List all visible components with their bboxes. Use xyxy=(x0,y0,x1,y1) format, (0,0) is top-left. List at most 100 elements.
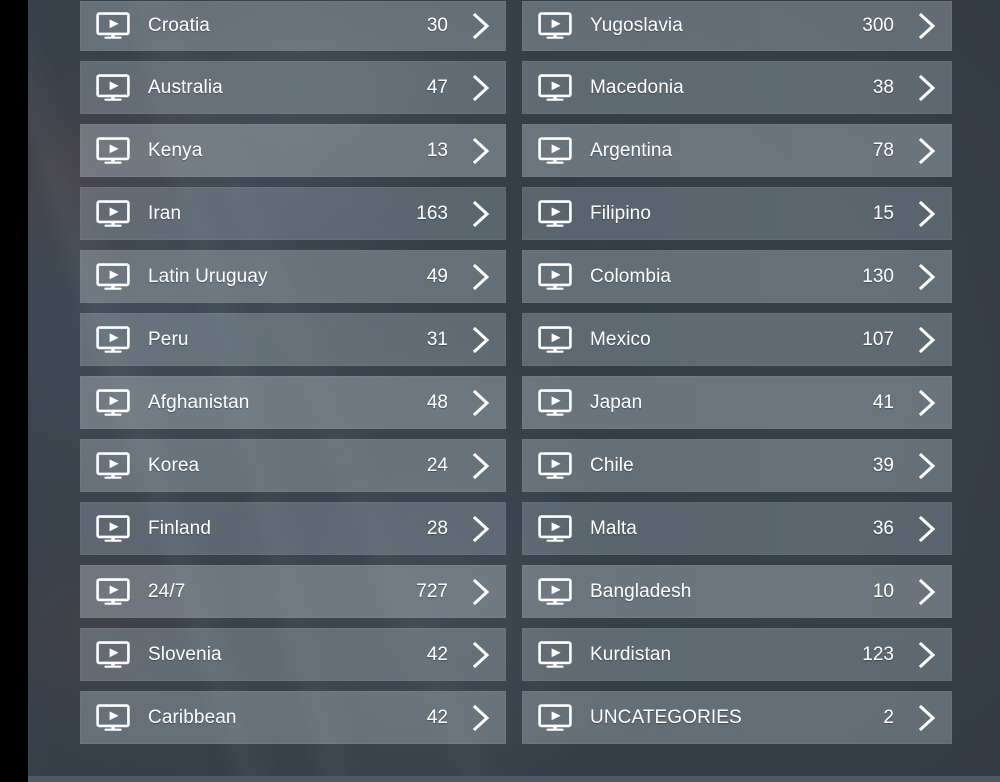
category-row[interactable]: 24/7 727 xyxy=(80,565,506,618)
category-channel-count: 130 xyxy=(862,265,894,287)
category-name: Filipino xyxy=(590,202,651,224)
category-row[interactable]: Slovenia 42 xyxy=(80,628,506,681)
chevron-right-icon[interactable] xyxy=(470,451,492,481)
chevron-right-icon[interactable] xyxy=(916,199,938,229)
category-channel-count: 36 xyxy=(872,517,894,539)
chevron-right-icon[interactable] xyxy=(470,73,492,103)
category-channel-count: 24 xyxy=(426,454,448,476)
category-column-left: Croatia 30 Australia 47 Kenya 13 Iran 163 Latin … xyxy=(80,1,506,754)
category-row[interactable]: Colombia 130 xyxy=(522,250,952,303)
category-row[interactable]: Yugoslavia 300 xyxy=(522,1,952,51)
category-name: Argentina xyxy=(590,139,673,161)
tv-play-icon xyxy=(538,136,572,165)
chevron-right-icon[interactable] xyxy=(916,73,938,103)
category-row[interactable]: Iran 163 xyxy=(80,187,506,240)
chevron-right-icon[interactable] xyxy=(470,199,492,229)
category-name: Latin Uruguay xyxy=(148,265,268,287)
chevron-right-icon[interactable] xyxy=(470,577,492,607)
tv-play-icon xyxy=(538,514,572,543)
chevron-right-icon[interactable] xyxy=(916,451,938,481)
tv-play-icon xyxy=(538,262,572,291)
category-row[interactable]: Mexico 107 xyxy=(522,313,952,366)
category-name: Colombia xyxy=(590,265,672,287)
category-list-screen: Croatia 30 Australia 47 Kenya 13 Iran 163 Latin … xyxy=(0,0,1000,782)
category-row[interactable]: Australia 47 xyxy=(80,61,506,114)
category-name: Mexico xyxy=(590,328,651,350)
chevron-right-icon[interactable] xyxy=(470,325,492,355)
chevron-right-icon[interactable] xyxy=(470,262,492,292)
category-name: Caribbean xyxy=(148,706,237,728)
chevron-right-icon[interactable] xyxy=(916,136,938,166)
category-name: Slovenia xyxy=(148,643,222,665)
category-channel-count: 300 xyxy=(862,15,894,36)
chevron-right-icon[interactable] xyxy=(916,262,938,292)
chevron-right-icon[interactable] xyxy=(470,11,492,41)
category-name: Chile xyxy=(590,454,634,476)
chevron-right-icon[interactable] xyxy=(916,325,938,355)
category-row[interactable]: Finland 28 xyxy=(80,502,506,555)
tv-play-icon xyxy=(538,73,572,102)
category-row[interactable]: Malta 36 xyxy=(522,502,952,555)
tv-play-icon xyxy=(96,136,130,165)
category-name: 24/7 xyxy=(148,580,186,602)
category-name: Peru xyxy=(148,328,189,350)
chevron-right-icon[interactable] xyxy=(470,136,492,166)
category-channel-count: 48 xyxy=(426,391,448,413)
category-row[interactable]: Kurdistan 123 xyxy=(522,628,952,681)
category-name: Malta xyxy=(590,517,637,539)
category-channel-count: 31 xyxy=(426,328,448,350)
tv-play-icon xyxy=(538,388,572,417)
chevron-right-icon[interactable] xyxy=(916,514,938,544)
category-channel-count: 42 xyxy=(426,643,448,665)
chevron-right-icon[interactable] xyxy=(916,11,938,41)
category-row[interactable]: Croatia 30 xyxy=(80,1,506,51)
category-channel-count: 49 xyxy=(426,265,448,287)
category-channel-count: 78 xyxy=(872,139,894,161)
category-row[interactable]: Filipino 15 xyxy=(522,187,952,240)
tv-play-icon xyxy=(96,514,130,543)
bottom-strip-corner xyxy=(0,776,28,782)
category-row[interactable]: Bangladesh 10 xyxy=(522,565,952,618)
category-name: Afghanistan xyxy=(148,391,250,413)
category-row[interactable]: UNCATEGORIES 2 xyxy=(522,691,952,744)
tv-play-icon xyxy=(538,640,572,669)
tv-play-icon xyxy=(538,577,572,606)
category-channel-count: 123 xyxy=(862,643,894,665)
category-name: Kurdistan xyxy=(590,643,672,665)
category-channel-count: 42 xyxy=(426,706,448,728)
category-row[interactable]: Afghanistan 48 xyxy=(80,376,506,429)
tv-play-icon xyxy=(96,199,130,228)
left-black-bar xyxy=(0,0,28,782)
chevron-right-icon[interactable] xyxy=(470,388,492,418)
category-row[interactable]: Japan 41 xyxy=(522,376,952,429)
category-columns: Croatia 30 Australia 47 Kenya 13 Iran 163 Latin … xyxy=(0,0,1000,782)
tv-play-icon xyxy=(538,12,572,40)
chevron-right-icon[interactable] xyxy=(916,703,938,733)
category-row[interactable]: Kenya 13 xyxy=(80,124,506,177)
category-row[interactable]: Argentina 78 xyxy=(522,124,952,177)
chevron-right-icon[interactable] xyxy=(916,640,938,670)
category-row[interactable]: Caribbean 42 xyxy=(80,691,506,744)
category-row[interactable]: Macedonia 38 xyxy=(522,61,952,114)
tv-play-icon xyxy=(538,451,572,480)
tv-play-icon xyxy=(96,12,130,40)
tv-play-icon xyxy=(538,703,572,732)
chevron-right-icon[interactable] xyxy=(470,640,492,670)
chevron-right-icon[interactable] xyxy=(916,577,938,607)
category-name: Croatia xyxy=(148,15,210,36)
category-channel-count: 47 xyxy=(426,76,448,98)
category-row[interactable]: Korea 24 xyxy=(80,439,506,492)
category-row[interactable]: Chile 39 xyxy=(522,439,952,492)
chevron-right-icon[interactable] xyxy=(916,388,938,418)
category-channel-count: 727 xyxy=(416,580,448,602)
category-name: Iran xyxy=(148,202,182,224)
bottom-strip xyxy=(0,776,1000,782)
category-name: Macedonia xyxy=(590,76,684,98)
category-row[interactable]: Peru 31 xyxy=(80,313,506,366)
category-name: Kenya xyxy=(148,139,203,161)
category-name: Yugoslavia xyxy=(590,15,683,36)
category-row[interactable]: Latin Uruguay 49 xyxy=(80,250,506,303)
chevron-right-icon[interactable] xyxy=(470,703,492,733)
chevron-right-icon[interactable] xyxy=(470,514,492,544)
category-name: Bangladesh xyxy=(590,580,692,602)
